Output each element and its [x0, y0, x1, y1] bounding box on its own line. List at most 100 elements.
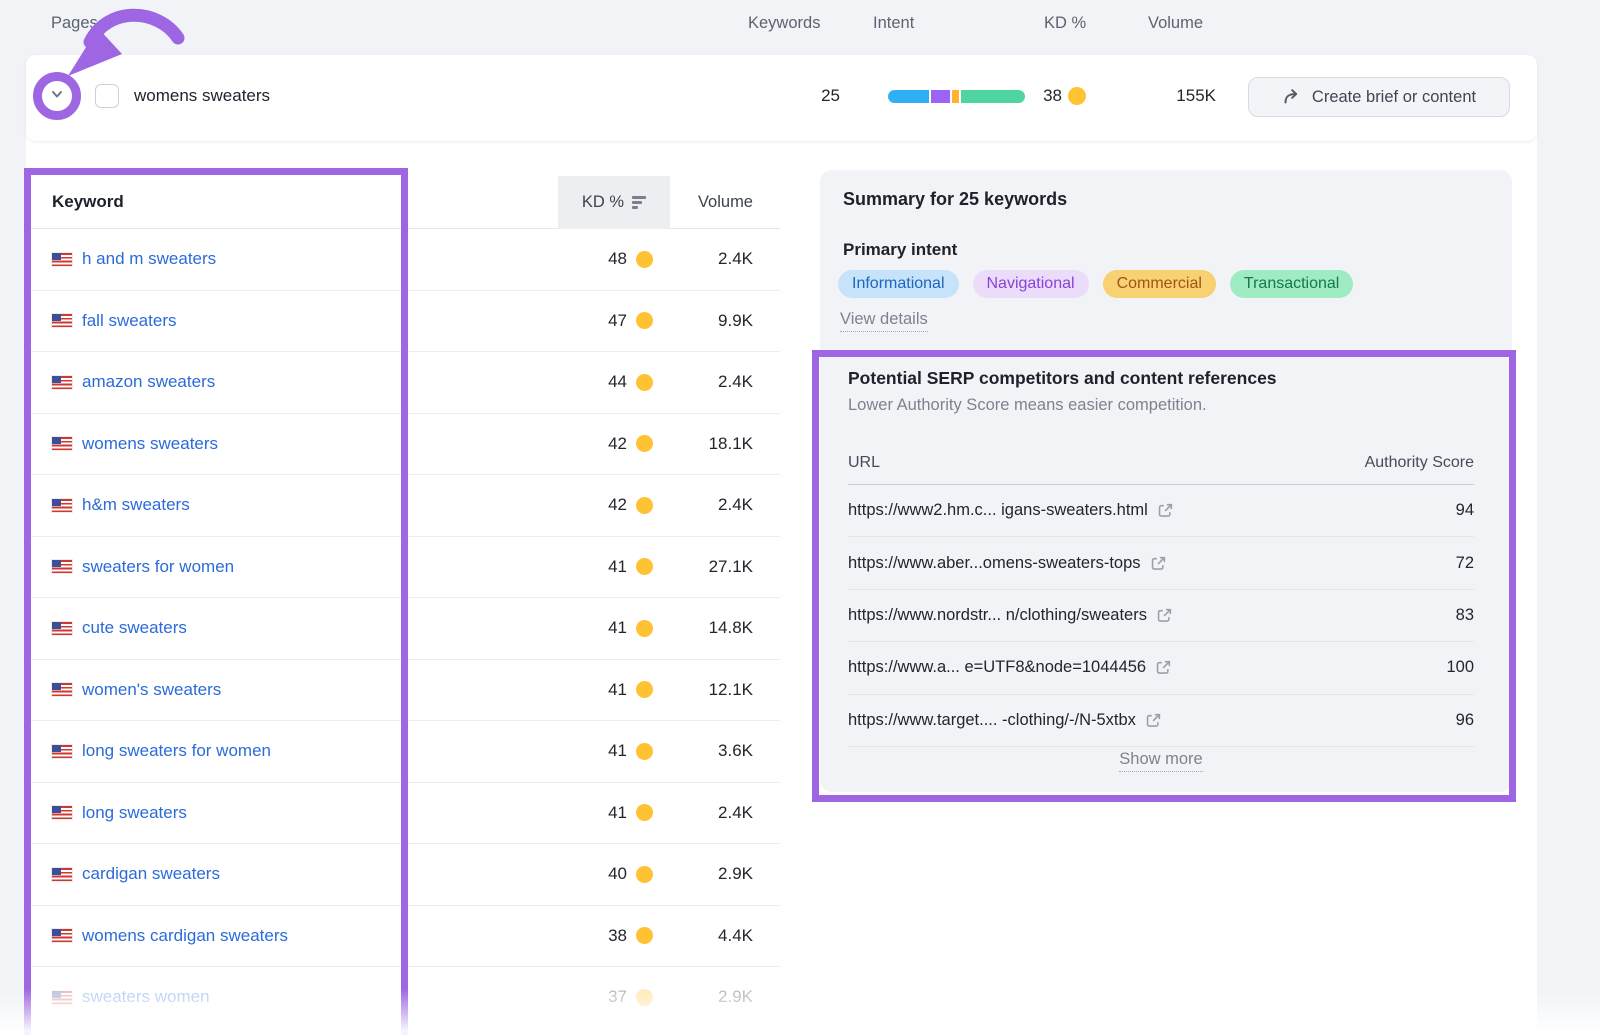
kd-dot	[636, 312, 653, 329]
us-flag-icon	[52, 437, 72, 450]
keyword-link[interactable]: sweaters for women	[82, 557, 234, 577]
view-details-link[interactable]: View details	[840, 310, 928, 332]
keyword-row: cute sweaters4114.8K	[30, 598, 780, 660]
competitor-url: https://www.target.... -clothing/-/N-5xt…	[848, 711, 1136, 730]
kd-cell: 42	[599, 434, 653, 454]
summary-title: Summary for 25 keywords	[843, 189, 1067, 210]
keyword-link[interactable]: h&m sweaters	[82, 495, 190, 515]
competitor-url-link[interactable]: https://www.aber...omens-sweaters-tops	[848, 554, 1167, 573]
competitor-url-link[interactable]: https://www.a... e=UTF8&node=1044456	[848, 658, 1172, 677]
keyword-link[interactable]: long sweaters for women	[82, 741, 271, 761]
column-authority-score: Authority Score	[1365, 454, 1474, 472]
keyword-cell: sweaters women	[52, 987, 599, 1007]
keyword-link[interactable]: cute sweaters	[82, 618, 187, 638]
create-brief-button[interactable]: Create brief or content	[1248, 77, 1510, 117]
intent-segment-commercial	[952, 90, 959, 103]
kd-value: 47	[599, 311, 627, 331]
intent-badge-transactional: Transactional	[1230, 270, 1353, 298]
external-link-icon	[1156, 607, 1173, 624]
volume-value: 2.4K	[653, 249, 753, 269]
us-flag-icon	[52, 253, 72, 266]
external-link-icon	[1155, 659, 1172, 676]
keyword-link[interactable]: fall sweaters	[82, 311, 176, 331]
intent-badge-navigational: Navigational	[973, 270, 1089, 298]
authority-score-value: 96	[1456, 711, 1474, 730]
kd-value: 41	[599, 680, 627, 700]
competitor-url-link[interactable]: https://www2.hm.c... igans-sweaters.html	[848, 501, 1174, 520]
us-flag-icon	[52, 745, 72, 758]
competitor-row: https://www.a... e=UTF8&node=1044456100	[848, 642, 1474, 694]
keyword-row: sweaters women 37 2.9K	[30, 967, 780, 1029]
authority-score-value: 94	[1456, 501, 1474, 520]
column-kd[interactable]: KD %	[558, 176, 670, 229]
kd-dot	[636, 927, 653, 944]
competitors-subtitle: Lower Authority Score means easier compe…	[848, 396, 1207, 415]
volume-value: 18.1K	[653, 434, 753, 454]
kd-value: 42	[599, 495, 627, 515]
keyword-cell: h and m sweaters	[52, 249, 599, 269]
keyword-link[interactable]: women's sweaters	[82, 680, 221, 700]
kd-cell: 38	[599, 926, 653, 946]
header-keywords: Keywords	[748, 14, 820, 33]
column-url: URL	[848, 454, 880, 472]
keyword-cell: amazon sweaters	[52, 372, 599, 392]
us-flag-icon	[52, 929, 72, 942]
kd-value: 44	[599, 372, 627, 392]
keyword-row: women's sweaters4112.1K	[30, 660, 780, 722]
competitor-url: https://www.a... e=UTF8&node=1044456	[848, 658, 1146, 677]
keyword-link[interactable]: womens sweaters	[82, 434, 218, 454]
keyword-cell: fall sweaters	[52, 311, 599, 331]
show-more-link[interactable]: Show more	[1119, 750, 1202, 772]
us-flag-icon	[52, 499, 72, 512]
competitors-title: Potential SERP competitors and content r…	[848, 368, 1277, 389]
external-link-icon	[1145, 712, 1162, 729]
us-flag-icon	[52, 683, 72, 696]
keyword-link[interactable]: amazon sweaters	[82, 372, 215, 392]
kd-cell: 40	[599, 864, 653, 884]
kd-value: 37	[599, 987, 627, 1007]
keyword-row: cardigan sweaters 402.9K	[30, 844, 780, 906]
kd-cell: 41	[599, 680, 653, 700]
expand-chevron-button[interactable]	[39, 78, 75, 114]
us-flag-icon	[52, 560, 72, 573]
keyword-cell: cardigan sweaters	[52, 864, 599, 884]
forward-arrow-icon	[1282, 87, 1302, 107]
us-flag-icon	[52, 991, 72, 1004]
volume-value: 27.1K	[653, 557, 753, 577]
kd-dot	[636, 435, 653, 452]
keyword-rows: h and m sweaters482.4Kfall sweaters479.9…	[30, 229, 780, 1029]
keyword-row: fall sweaters479.9K	[30, 291, 780, 353]
page-title: womens sweaters	[134, 85, 270, 107]
kd-cell: 44	[599, 372, 653, 392]
intent-badge-commercial: Commercial	[1103, 270, 1216, 298]
volume-value: 2.9K	[653, 987, 753, 1007]
intent-segment-informational	[888, 90, 929, 103]
keyword-cell: women's sweaters	[52, 680, 599, 700]
kd-dot	[636, 743, 653, 760]
column-volume[interactable]: Volume	[663, 176, 753, 229]
competitor-rows: https://www2.hm.c... igans-sweaters.html…	[848, 485, 1474, 747]
competitor-url: https://www2.hm.c... igans-sweaters.html	[848, 501, 1148, 520]
volume-value-top: 155K	[1136, 85, 1216, 107]
competitor-url-link[interactable]: https://www.nordstr... n/clothing/sweate…	[848, 606, 1173, 625]
kd-dot	[636, 497, 653, 514]
keyword-link[interactable]: sweaters women	[82, 987, 210, 1007]
keyword-row: womens sweaters 4218.1K	[30, 414, 780, 476]
keyword-link[interactable]: h and m sweaters	[82, 249, 216, 269]
competitor-url-link[interactable]: https://www.target.... -clothing/-/N-5xt…	[848, 711, 1162, 730]
volume-value: 2.9K	[653, 864, 753, 884]
kd-dot	[636, 804, 653, 821]
kd-dot	[1068, 87, 1086, 105]
keyword-link[interactable]: womens cardigan sweaters	[82, 926, 288, 946]
keyword-cell: long sweaters	[52, 803, 599, 823]
keyword-link[interactable]: cardigan sweaters	[82, 864, 220, 884]
create-brief-label: Create brief or content	[1312, 88, 1476, 107]
volume-value: 4.4K	[653, 926, 753, 946]
us-flag-icon	[52, 376, 72, 389]
keyword-link[interactable]: long sweaters	[82, 803, 187, 823]
row-checkbox[interactable]	[95, 84, 119, 108]
kd-dot	[636, 989, 653, 1006]
competitor-row: https://www.nordstr... n/clothing/sweate…	[848, 590, 1474, 642]
keyword-row: long sweaters412.4K	[30, 783, 780, 845]
external-link-icon	[1150, 555, 1167, 572]
